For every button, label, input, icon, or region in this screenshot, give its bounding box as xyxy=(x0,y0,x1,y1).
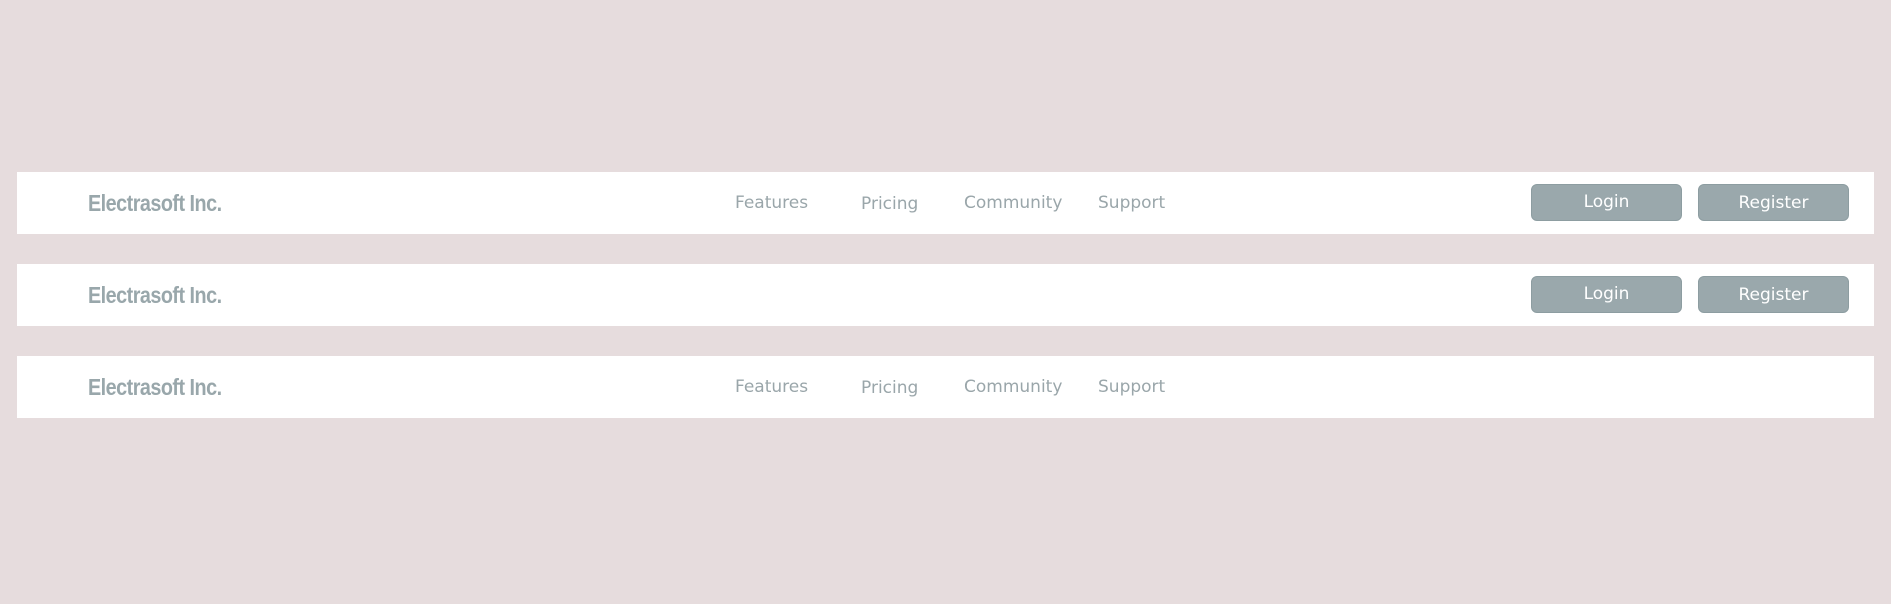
brand-logo[interactable]: Electrasoft Inc. xyxy=(88,264,222,326)
nav-link-community[interactable]: Community xyxy=(964,172,1062,234)
nav-link-pricing[interactable]: Pricing xyxy=(861,173,918,235)
register-button[interactable]: Register xyxy=(1698,184,1849,221)
nav-link-support[interactable]: Support xyxy=(1098,172,1165,234)
nav-link-features[interactable]: Features xyxy=(735,172,808,234)
nav-link-features[interactable]: Features xyxy=(735,356,808,418)
nav-link-support[interactable]: Support xyxy=(1098,356,1165,418)
navbar-full: Electrasoft Inc. Features Pricing Commun… xyxy=(17,172,1874,234)
navbar-brand-links: Electrasoft Inc. Features Pricing Commun… xyxy=(17,356,1874,418)
register-button-label: Register xyxy=(1738,193,1809,213)
login-button[interactable]: Login xyxy=(1531,276,1682,313)
register-button-label: Register xyxy=(1738,285,1809,305)
login-button[interactable]: Login xyxy=(1531,184,1682,221)
nav-links: Features Pricing Community Support xyxy=(17,356,1874,418)
nav-link-pricing[interactable]: Pricing xyxy=(861,357,918,419)
nav-link-community[interactable]: Community xyxy=(964,356,1062,418)
register-button[interactable]: Register xyxy=(1698,276,1849,313)
navbar-brand-buttons: Electrasoft Inc. Login Register xyxy=(17,264,1874,326)
